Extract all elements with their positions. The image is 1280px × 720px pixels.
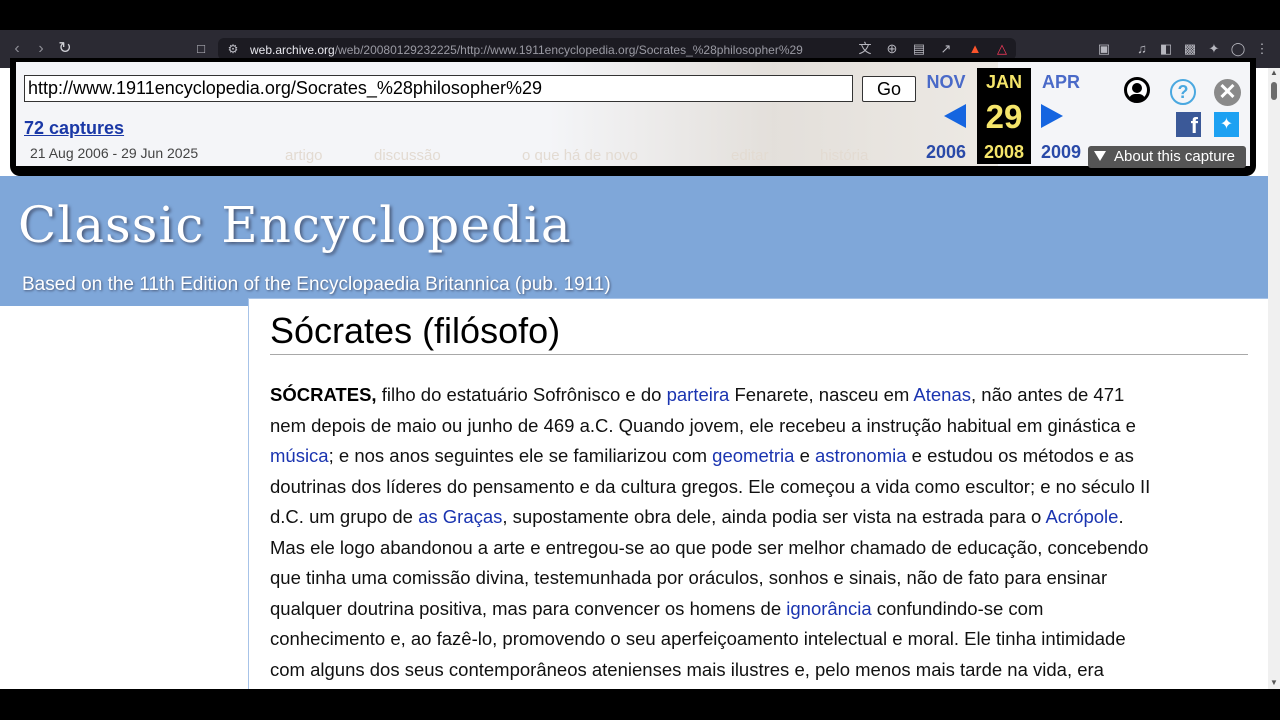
share-icon[interactable]: ↗	[937, 38, 955, 60]
article-text: filho do estatuário Sofrônisco e do	[376, 384, 667, 405]
article-text: , supostamente obra dele, ainda podia se…	[502, 506, 1046, 527]
article-text: .	[1118, 506, 1124, 527]
article-line: d.C. um grupo de as Graças, supostamente…	[270, 502, 1248, 533]
article-text: , não antes de 471	[971, 384, 1125, 405]
article-headword: SÓCRATES,	[270, 384, 377, 405]
leo-icon[interactable]: ✦	[1205, 38, 1223, 60]
bookmark-icon[interactable]: □	[190, 38, 212, 60]
url-path: /web/20080129232225/http://www.1911encyc…	[334, 43, 803, 57]
wallet-icon[interactable]: ▩	[1181, 38, 1199, 60]
scroll-up-icon[interactable]: ▲	[1268, 68, 1280, 78]
article-text: com alguns dos seus contemporâneos ateni…	[270, 658, 1104, 680]
current-year: 2008	[983, 142, 1025, 162]
current-month: JAN	[985, 72, 1022, 92]
title-divider	[270, 354, 1248, 355]
help-icon[interactable]: ?	[1170, 79, 1196, 105]
article-line: nem depois de maio ou junho de 469 a.C. …	[270, 411, 1248, 442]
reader-icon[interactable]: ▤	[910, 38, 928, 60]
screenshot-icon[interactable]: ▣	[1095, 38, 1113, 60]
prev-month-link[interactable]: NOV	[920, 72, 972, 93]
translate-icon[interactable]: 文	[856, 38, 874, 60]
capture-date-range: 21 Aug 2006 - 29 Jun 2025	[30, 145, 199, 161]
next-capture-arrow-icon[interactable]	[1041, 104, 1063, 128]
article-link[interactable]: geometria	[712, 445, 794, 466]
next-year-link[interactable]: 2009	[1035, 142, 1087, 163]
brave-rewards-icon[interactable]: △	[993, 38, 1011, 60]
triangle-down-icon	[1094, 151, 1106, 161]
article-line: com alguns dos seus contemporâneos ateni…	[270, 655, 1248, 686]
article-line: conhecimento e, ao fazê-lo, promovendo o…	[270, 624, 1248, 655]
user-icon-body	[1129, 94, 1145, 100]
article-link[interactable]: astronomia	[815, 445, 907, 466]
article-text: doutrinas dos líderes do pensamento e da…	[270, 475, 1151, 497]
article-text: Fenarete, nasceu em	[729, 384, 914, 405]
article-body: SÓCRATES, filho do estatuário Sofrônisco…	[270, 380, 1248, 685]
article-line: música; e nos anos seguintes ele se fami…	[270, 441, 1248, 472]
close-icon[interactable]: ✕	[1214, 79, 1241, 106]
next-month-link[interactable]: APR	[1035, 72, 1087, 93]
wayback-url-input[interactable]: http://www.1911encyclopedia.org/Socrates…	[24, 75, 853, 102]
article-link[interactable]: Acrópole	[1045, 506, 1118, 527]
article-line: SÓCRATES, filho do estatuário Sofrônisco…	[270, 380, 1248, 411]
article-link[interactable]: as Graças	[418, 506, 502, 527]
faint-tab-artigo: artigo	[285, 147, 323, 164]
user-icon-head	[1132, 83, 1142, 93]
article-text: confundindo-se com	[871, 597, 1044, 619]
bottom-black-bar	[0, 689, 1280, 720]
media-icon[interactable]: ♫	[1133, 38, 1151, 60]
address-bar-text[interactable]: web.archive.org/web/20080129232225/http:…	[250, 40, 850, 60]
current-day: 29	[985, 98, 1023, 135]
reload-icon[interactable]: ↻	[54, 38, 76, 60]
article-text: que tinha uma comissão divina, testemunh…	[270, 567, 1108, 588]
about-capture-label[interactable]: About this capture	[1114, 147, 1235, 167]
article-text: qualquer doutrina positiva, mas para con…	[270, 597, 787, 619]
faint-tab-novo: o que há de novo	[522, 147, 638, 164]
twitter-icon[interactable]: ✦	[1214, 112, 1239, 137]
article-text: Mas ele logo abandonou a arte e entregou…	[270, 536, 1149, 558]
top-black-bar	[0, 0, 1280, 30]
forward-icon[interactable]: ›	[30, 38, 52, 60]
article-line: que tinha uma comissão divina, testemunh…	[270, 563, 1248, 594]
facebook-icon[interactable]: f	[1176, 112, 1201, 137]
prev-capture-arrow-icon[interactable]	[944, 104, 966, 128]
scrollbar[interactable]	[1268, 68, 1280, 689]
faint-tab-historia: história	[820, 147, 869, 164]
article-text: nem depois de maio ou junho de 469 a.C. …	[270, 414, 1136, 436]
zoom-icon[interactable]: ⊕	[883, 38, 901, 60]
site-title[interactable]: Classic Encyclopedia	[18, 196, 572, 254]
article-text: e	[794, 445, 816, 466]
article-line: doutrinas dos líderes do pensamento e da…	[270, 472, 1248, 503]
article-text: conhecimento e, ao fazê-lo, promovendo o…	[270, 628, 1126, 649]
go-button[interactable]: Go	[862, 76, 916, 102]
site-subtitle: Based on the 11th Edition of the Encyclo…	[22, 274, 611, 295]
article-line: qualquer doutrina positiva, mas para con…	[270, 594, 1248, 625]
article-text: d.C. um grupo de	[270, 506, 419, 527]
back-icon[interactable]: ‹	[6, 38, 28, 60]
article-link[interactable]: música	[270, 445, 329, 466]
article-line: Mas ele logo abandonou a arte e entregou…	[270, 533, 1248, 564]
article-text: e estudou os métodos e as	[906, 445, 1134, 466]
article-link[interactable]: Atenas	[913, 384, 971, 405]
article-title: Sócrates (filósofo)	[270, 310, 561, 351]
menu-icon[interactable]: ⋮	[1253, 38, 1271, 60]
sidebar-icon[interactable]: ◧	[1157, 38, 1175, 60]
scrollbar-thumb[interactable]	[1271, 82, 1277, 100]
faint-tab-editar: editar	[731, 147, 769, 164]
vpn-icon[interactable]: ◯	[1229, 38, 1247, 60]
faint-tab-discussao: discussão	[374, 147, 441, 164]
article-text: ; e nos anos seguintes ele se familiariz…	[328, 445, 713, 466]
brave-shield-icon[interactable]: ▲	[966, 38, 984, 60]
prev-year-link[interactable]: 2006	[920, 142, 972, 163]
scroll-down-icon[interactable]: ▼	[1268, 678, 1280, 688]
site-info-icon[interactable]: ⚙	[222, 38, 244, 60]
article-link[interactable]: ignorância	[786, 598, 871, 619]
article-link[interactable]: parteira	[667, 384, 730, 405]
captures-link[interactable]: 72 captures	[24, 118, 124, 139]
url-host: web.archive.org	[250, 43, 335, 57]
